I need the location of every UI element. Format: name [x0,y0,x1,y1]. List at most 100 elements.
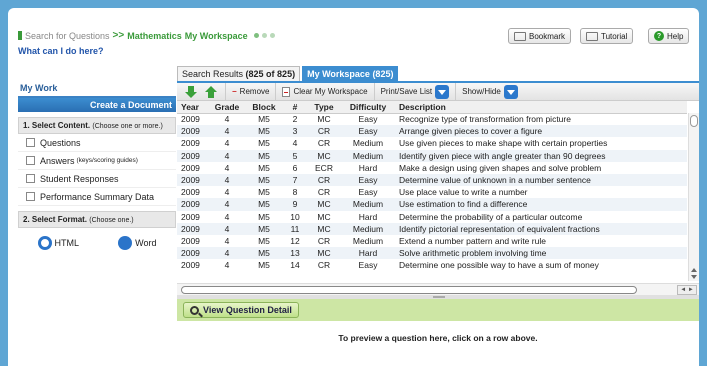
table-cell: M5 [245,125,283,138]
table-cell: Medium [341,198,395,211]
scroll-left-right-icon[interactable]: ◄ ► [677,285,697,295]
green-marker-icon [18,31,22,40]
col-number[interactable]: # [283,101,307,114]
table-cell: Identify pictorial representation of equ… [395,222,687,235]
table-cell: Medium [341,149,395,162]
table-cell: 2009 [177,198,209,211]
select-content-section: 1. Select Content. (Choose one or more.) [18,117,176,134]
table-cell: Easy [358,260,378,271]
show-hide-button[interactable]: Show/Hide [455,82,524,101]
table-cell: Easy [358,187,378,198]
col-block[interactable]: Block [245,101,283,114]
vertical-scrollbar[interactable] [688,113,699,281]
remove-label: Remove [239,87,270,96]
table-row[interactable]: 2009 4 M5 6 ECR Hard Make a design using given… [177,162,687,174]
format-html-option[interactable]: HTML [37,236,79,250]
col-difficulty[interactable]: Difficulty [341,101,395,114]
scroll-up-icon[interactable] [691,268,697,272]
content-option-performance-data[interactable]: Performance Summary Data [18,188,176,206]
pane-splitter[interactable] [177,295,699,299]
format-word-label: Word [135,238,157,248]
table-row[interactable]: 2009 4 M5 10 MC Hard Determine the probability… [177,211,687,223]
tab-search-results[interactable]: Search Results (825 of 825) [177,66,301,81]
table-cell: 11 [283,222,307,235]
table-cell: M5 [245,222,283,235]
table-cell: M5 [258,187,270,198]
table-row[interactable]: 2009 4 M5 5 MC Medium Identify given piece wit… [177,149,687,162]
table-cell: Medium [352,235,384,246]
col-description[interactable]: Description [395,101,687,114]
table-cell: 13 [283,247,307,260]
table-cell: MC [307,247,341,260]
checkbox[interactable] [26,138,35,147]
remove-button[interactable]: − Remove [225,82,275,101]
workspace-panel: − Remove Clear My Workspace Print/Save L… [177,81,699,366]
scroll-thumb[interactable] [690,115,698,127]
checkbox[interactable] [26,192,35,201]
table-cell: Determine the probability of a particula… [399,211,583,222]
format-word-option[interactable]: Word [118,236,156,250]
table-row[interactable]: 2009 4 M5 11 MC Medium Identify pictorial repr… [177,222,687,235]
table-cell: ECR [315,162,333,173]
content-option-student-responses[interactable]: Student Responses [18,170,176,188]
table-cell: 2009 [177,222,209,235]
checkbox[interactable] [26,174,35,183]
checkbox[interactable] [26,156,35,165]
table-row[interactable]: 2009 4 M5 9 MC Medium Use estimation to find a… [177,198,687,211]
table-cell: 2009 [181,162,200,173]
scroll-thumb[interactable] [181,286,637,294]
table-cell: 10 [290,211,300,222]
table-row[interactable]: 2009 4 M5 13 MC Hard Solve arithmetic problem … [177,247,687,260]
horizontal-scrollbar[interactable]: ◄ ► [177,283,699,295]
print-save-label: Print/Save List [380,87,433,96]
table-cell: 2009 [181,235,200,246]
table-row[interactable]: 2009 4 M5 12 CR Medium Extend a number pattern… [177,235,687,247]
view-question-detail-button[interactable]: View Question Detail [183,302,299,318]
option-note: (keys/scoring guides) [76,157,138,164]
col-grade[interactable]: Grade [209,101,245,114]
table-cell: Easy [341,125,395,138]
table-cell: CR [307,173,341,187]
what-can-i-do-link[interactable]: What can I do here? [18,46,104,56]
progress-dots-icon [253,33,275,38]
col-type[interactable]: Type [307,101,341,114]
bookmark-button[interactable]: Bookmark [508,28,572,44]
print-save-button[interactable]: Print/Save List [373,82,456,101]
table-row[interactable]: 2009 4 M5 14 CR Easy Determine one possible wa… [177,259,687,271]
breadcrumb: Search for Questions >> Mathematics My W… [18,30,275,41]
tutorial-button[interactable]: Tutorial [580,28,634,44]
view-question-detail-label: View Question Detail [203,305,292,315]
table-row[interactable]: 2009 4 M5 4 CR Medium Use given pieces to make… [177,137,687,149]
option-label: Performance Summary Data [40,191,155,202]
crumb-subject[interactable]: Mathematics [127,31,182,41]
table-row[interactable]: 2009 4 M5 8 CR Easy Use place value to write a… [177,186,687,198]
table-row[interactable]: 2009 4 M5 3 CR Easy Arrange given pieces to co… [177,125,687,138]
crumb-separator: >> [112,30,125,41]
move-down-icon[interactable] [185,85,197,98]
table-cell: 7 [283,173,307,187]
table-cell: Hard [341,247,395,260]
scroll-down-icon[interactable] [691,275,697,279]
col-year[interactable]: Year [177,101,209,114]
content-option-answers[interactable]: Answers (keys/scoring guides) [18,152,176,170]
table-cell: 3 [283,125,307,138]
content-option-questions[interactable]: Questions [18,134,176,152]
table-row[interactable]: 2009 4 M5 7 CR Easy Determine value of unknown… [177,173,687,187]
table-cell: 14 [290,260,300,271]
crumb-search-link[interactable]: Search for Questions [25,31,110,41]
table-cell: MC [307,222,341,235]
tab-my-workspace[interactable]: My Workspace (825) [302,66,399,81]
move-up-icon[interactable] [205,85,217,98]
table-cell: CR [317,260,331,271]
table-cell: Recognize type of transformation from pi… [399,114,571,125]
table-cell: M5 [258,211,270,222]
table-row[interactable]: 2009 4 M5 2 MC Easy Recognize type of transfor… [177,113,687,125]
table-cell: Make a design using given shapes and sol… [399,162,602,173]
table-cell: Determine value of unknown in a number s… [395,173,687,187]
tab-bar: Search Results (825 of 825) My Workspace… [177,66,399,81]
table-cell: M5 [245,198,283,211]
help-button[interactable]: ? Help [648,28,690,44]
table-cell: Hard [358,162,378,173]
clear-workspace-button[interactable]: Clear My Workspace [275,82,373,101]
table-cell: MC [307,149,341,162]
